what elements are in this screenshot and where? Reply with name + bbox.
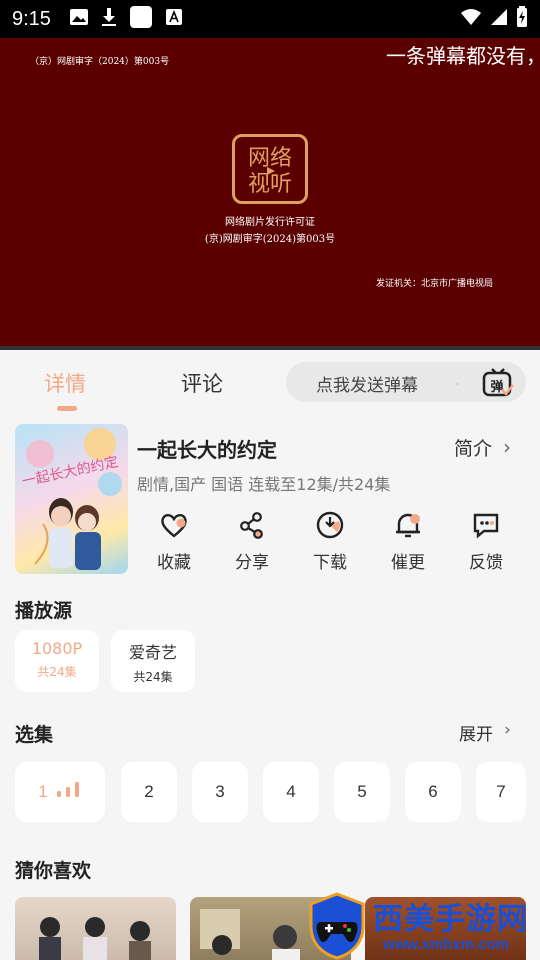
detail-tabs: 详情 评论 点我发送弹幕 · 弹 — [0, 350, 540, 418]
status-bar: 9:15 — [0, 0, 540, 38]
source-card-1080p[interactable]: 1080P 共24集 — [15, 630, 99, 692]
danmu-dot: · — [456, 380, 459, 389]
gamepad-shield-logo — [309, 892, 365, 960]
wifi-icon — [460, 8, 482, 30]
collect-button[interactable]: 收藏 — [144, 510, 204, 573]
source-name: 爱奇艺 — [128, 643, 177, 662]
playing-bars-icon — [56, 763, 82, 823]
episode-button-4[interactable]: 4 — [263, 762, 319, 822]
feedback-icon — [473, 513, 499, 539]
source-count: 共24集 — [133, 670, 173, 684]
download-label: 下载 — [313, 553, 347, 573]
episode-button-3[interactable]: 3 — [192, 762, 248, 822]
episode-button-1[interactable]: 1 — [15, 762, 105, 822]
seal-text-bottom: 视听 — [248, 172, 292, 197]
sources-title: 播放源 — [15, 600, 73, 622]
tab-indicator — [57, 406, 77, 411]
svg-text:弹: 弹 — [490, 379, 503, 395]
share-label: 分享 — [235, 553, 269, 573]
seal-text-top: 网络 — [248, 146, 292, 171]
image-icon — [69, 8, 89, 30]
network-av-seal: 网络 视听 — [232, 134, 308, 204]
license-title: 网络剧片发行许可证 — [225, 217, 315, 228]
danmu-placeholder: 点我发送弹幕 — [316, 376, 418, 396]
share-icon — [240, 512, 263, 539]
show-meta: 剧情,国产 国语 连载至12集/共24集 — [137, 475, 391, 494]
recommend-card-1[interactable] — [15, 897, 176, 960]
bell-icon — [396, 513, 420, 538]
danmu-toggle-icon[interactable]: 弹 — [482, 368, 514, 398]
status-time: 9:15 — [12, 7, 51, 30]
watermark-text: 西美手游网 — [373, 902, 528, 937]
source-count: 共24集 — [37, 665, 77, 679]
signal-icon — [490, 8, 508, 30]
feedback-button[interactable]: 反馈 — [456, 510, 516, 573]
download-icon — [316, 511, 344, 539]
source-name: 1080P — [31, 639, 83, 658]
video-player[interactable]: （京）网剧审字（2024）第003号 一条弹幕都没有， 网络 视听 网络剧片发行… — [0, 38, 540, 346]
show-info: 一起长大的约定 一起长大的约定 简介 › 剧情,国产 国语 连载至12集/共24… — [0, 418, 540, 583]
collect-label: 收藏 — [157, 553, 191, 573]
square-app-icon — [129, 5, 153, 33]
expand-episodes-link[interactable]: 展开 — [459, 720, 493, 745]
battery-icon — [516, 6, 528, 32]
episode-button-2[interactable]: 2 — [121, 762, 177, 822]
episode-button-7[interactable]: 7 — [476, 762, 526, 822]
download-button[interactable]: 下载 — [300, 510, 360, 573]
share-button[interactable]: 分享 — [222, 510, 282, 573]
urge-update-button[interactable]: 催更 — [378, 510, 438, 573]
watermark-url: www.xmhxm.com — [383, 936, 510, 953]
danmu-send-input[interactable]: 点我发送弹幕 · 弹 — [286, 362, 526, 402]
chevron-right-icon[interactable]: › — [503, 435, 511, 459]
intro-link[interactable]: 简介 — [454, 434, 492, 461]
episodes-title: 选集 — [15, 724, 54, 746]
chevron-right-icon[interactable]: › — [504, 720, 511, 740]
episode-number: 1 — [38, 782, 48, 801]
status-right-icons — [460, 6, 528, 32]
recommend-title: 猜你喜欢 — [15, 860, 92, 882]
urge-update-label: 催更 — [391, 553, 425, 573]
show-title: 一起长大的约定 — [137, 438, 277, 462]
show-poster[interactable]: 一起长大的约定 — [15, 424, 128, 574]
download-icon — [101, 7, 117, 31]
feedback-label: 反馈 — [469, 553, 503, 573]
episode-button-5[interactable]: 5 — [334, 762, 390, 822]
source-card-iqiyi[interactable]: 爱奇艺 共24集 — [111, 630, 195, 692]
episode-button-6[interactable]: 6 — [405, 762, 461, 822]
font-a-icon — [165, 8, 183, 30]
heart-icon — [161, 513, 187, 538]
license-issuer: 发证机关：北京市广播电视局 — [376, 279, 494, 289]
danmu-scrolling-text: 一条弹幕都没有， — [386, 44, 540, 68]
license-text-top: （京）网剧审字（2024）第003号 — [30, 57, 170, 67]
license-number: (京)网剧审字(2024)第003号 — [204, 234, 336, 245]
tab-details[interactable]: 详情 — [44, 368, 86, 398]
tab-comments[interactable]: 评论 — [181, 368, 223, 398]
site-watermark: 西美手游网 www.xmhxm.com — [303, 890, 540, 960]
